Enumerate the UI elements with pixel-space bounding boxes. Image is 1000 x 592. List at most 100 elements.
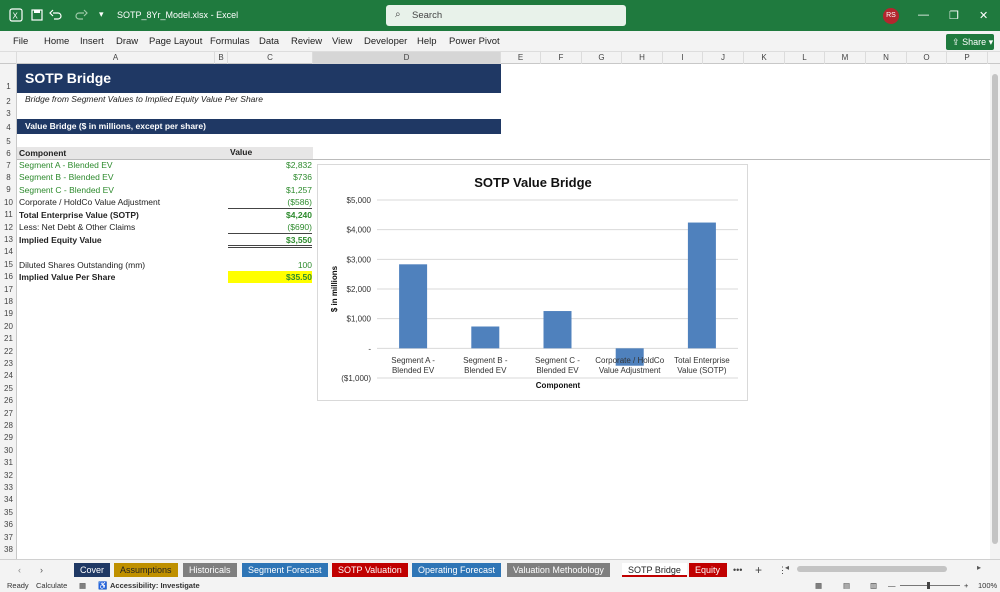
menu-formulas[interactable]: Formulas [210,36,250,47]
segment-a-value[interactable]: $2,832 [228,160,312,170]
row-header[interactable]: 6 [0,147,17,159]
menu-help[interactable]: Help [417,36,437,47]
horizontal-scroll-thumb[interactable] [797,566,947,572]
tab-segment-forecast[interactable]: Segment Forecast [242,563,328,577]
corporate-adjustment-value[interactable]: ($586) [228,197,312,209]
column-header[interactable]: A [17,52,215,64]
column-header[interactable]: H [622,52,663,64]
equity-value-label[interactable]: Implied Equity Value [19,235,102,245]
diluted-shares-value[interactable]: 100 [228,260,312,270]
tab-assumptions[interactable]: Assumptions [114,563,178,577]
zoom-out-icon[interactable]: — [888,581,896,590]
row-header[interactable]: 19 [0,307,17,319]
column-header[interactable]: E [501,52,541,64]
scroll-right-icon[interactable]: ▸ [977,563,981,572]
row-header[interactable]: 4 [0,119,17,135]
row-header[interactable]: 36 [0,518,17,530]
row-header[interactable]: 38 [0,543,17,555]
row-header[interactable]: 20 [0,320,17,332]
tab-sotp-valuation[interactable]: SOTP Valuation [332,563,408,577]
scroll-thumb[interactable] [992,74,998,544]
search-box[interactable]: ⌕ Search [386,5,626,26]
customize-toolbar-icon[interactable]: ▾ [99,9,113,23]
row-header[interactable]: 5 [0,135,17,147]
vertical-scrollbar[interactable] [990,64,1000,559]
restore-icon[interactable]: ❐ [949,9,959,22]
column-header[interactable]: P [947,52,988,64]
row-header[interactable]: 13 [0,233,17,245]
row-header[interactable]: 29 [0,431,17,443]
tab-scroll-right-icon[interactable]: › [34,563,49,577]
tab-cover[interactable]: Cover [74,563,111,577]
row-header[interactable]: 10 [0,196,17,208]
status-accessibility[interactable]: Accessibility: Investigate [110,581,200,590]
row-header[interactable]: 9 [0,183,17,195]
row-header[interactable]: 30 [0,444,17,456]
value-per-share-label[interactable]: Implied Value Per Share [19,272,115,282]
row-header[interactable]: 11 [0,208,17,220]
row-header[interactable]: 37 [0,531,17,543]
row-header[interactable]: 21 [0,332,17,344]
menu-data[interactable]: Data [259,36,279,47]
segment-b-label[interactable]: Segment B - Blended EV [19,172,114,182]
tab-valuation-methodology[interactable]: Valuation Methodology [507,563,610,577]
row-header[interactable]: 24 [0,369,17,381]
segment-a-label[interactable]: Segment A - Blended EV [19,160,113,170]
column-header[interactable]: O [907,52,947,64]
menu-developer[interactable]: Developer [364,36,407,47]
row-header[interactable]: 35 [0,506,17,518]
normal-view-icon[interactable]: ▦ [815,581,822,590]
menu-view[interactable]: View [332,36,352,47]
menu-page-layout[interactable]: Page Layout [149,36,202,47]
row-header[interactable]: 12 [0,221,17,233]
column-header[interactable]: J [703,52,744,64]
redo-icon[interactable] [74,8,88,22]
value-per-share-value[interactable]: $35.50 [228,271,312,283]
menu-draw[interactable]: Draw [116,36,138,47]
row-header[interactable]: 27 [0,407,17,419]
menu-home[interactable]: Home [44,36,69,47]
close-icon[interactable]: ✕ [979,9,988,22]
column-header[interactable]: K [744,52,785,64]
menu-insert[interactable]: Insert [80,36,104,47]
segment-c-label[interactable]: Segment C - Blended EV [19,185,114,195]
equity-value-value[interactable]: $3,550 [228,235,312,248]
row-header[interactable]: 22 [0,345,17,357]
row-header[interactable]: 8 [0,171,17,183]
undo-icon[interactable] [49,8,63,22]
row-header[interactable]: 2 [0,95,17,107]
row-header[interactable]: 26 [0,394,17,406]
menu-file[interactable]: File [13,36,28,47]
total-ev-value[interactable]: $4,240 [228,210,312,220]
header-value[interactable]: Value [230,147,252,157]
minimize-icon[interactable]: — [918,9,929,21]
column-header[interactable]: I [663,52,703,64]
row-header[interactable]: 15 [0,258,17,270]
row-header[interactable]: 16 [0,270,17,282]
row-header[interactable]: 1 [0,64,17,95]
sotp-bridge-chart[interactable]: SOTP Value Bridge $5,000 $4,000 $3,000 $2,00… [317,164,748,401]
avatar[interactable]: RS [883,8,899,24]
row-header[interactable]: 31 [0,456,17,468]
segment-c-value[interactable]: $1,257 [228,185,312,195]
row-header[interactable]: 14 [0,245,17,257]
zoom-in-icon[interactable]: + [964,581,968,590]
scroll-left-icon[interactable]: ◂ [785,563,789,572]
tab-sotp-bridge[interactable]: SOTP Bridge [622,563,687,577]
tab-equity-value[interactable]: Equity V [689,563,727,577]
page-layout-view-icon[interactable]: ▤ [843,581,850,590]
row-header[interactable]: 18 [0,295,17,307]
zoom-level[interactable]: 100% [978,581,997,590]
menu-power-pivot[interactable]: Power Pivot [449,36,500,47]
section-header[interactable]: Value Bridge ($ in millions, except per … [17,119,501,134]
header-component[interactable]: Component [19,148,66,158]
column-header[interactable]: B [215,52,228,64]
horizontal-scrollbar[interactable]: ◂ ▸ [785,563,985,574]
sheet-subtitle[interactable]: Bridge from Segment Values to Implied Eq… [25,94,263,104]
net-debt-value[interactable]: ($690) [228,222,312,234]
row-header[interactable]: 34 [0,493,17,505]
share-button[interactable]: ⇪ Share ▾ [946,34,994,50]
row-header[interactable]: 25 [0,382,17,394]
total-ev-label[interactable]: Total Enterprise Value (SOTP) [19,210,139,220]
zoom-slider-handle[interactable] [927,582,930,589]
